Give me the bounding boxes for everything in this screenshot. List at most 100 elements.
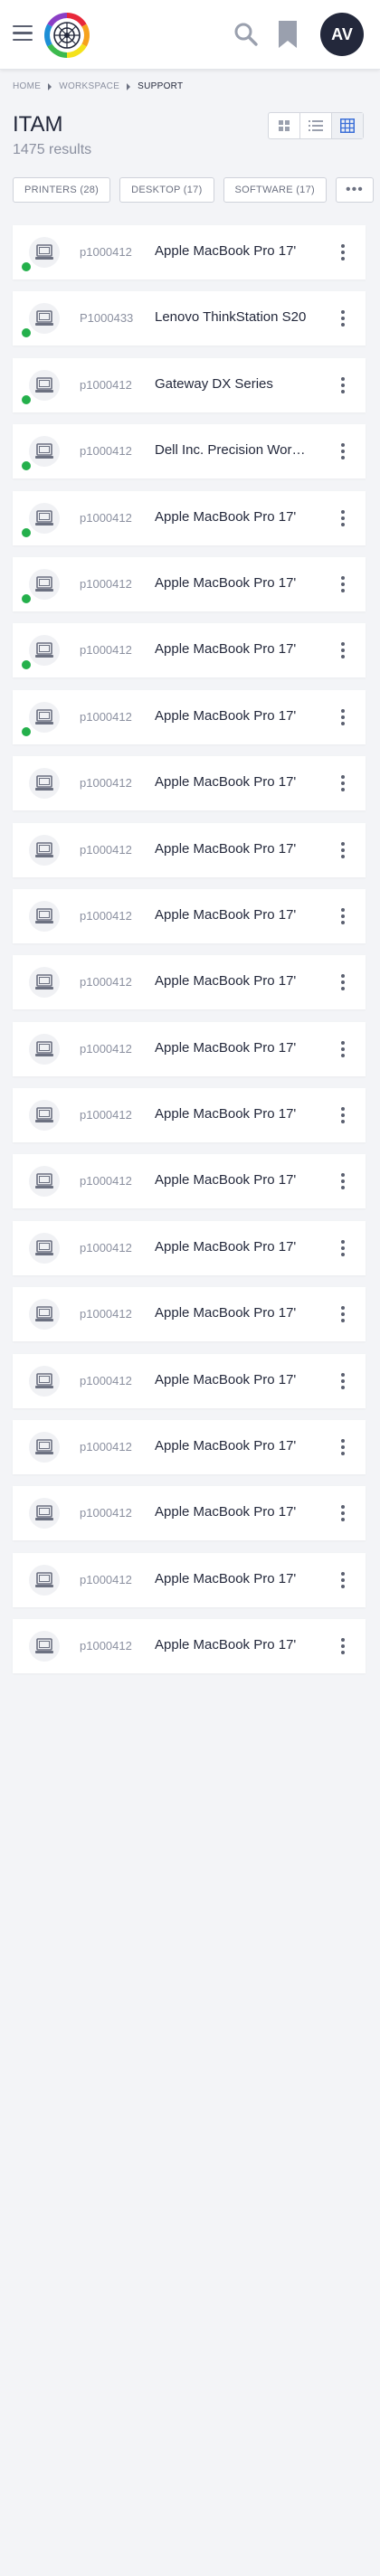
more-vertical-icon[interactable] xyxy=(337,1037,349,1062)
asset-row[interactable]: p1000412 Apple MacBook Pro 17' xyxy=(13,1619,366,1674)
more-vertical-icon[interactable] xyxy=(337,240,349,265)
device-icon-wrapper xyxy=(29,1498,60,1530)
laptop-icon xyxy=(35,841,53,857)
more-vertical-icon[interactable] xyxy=(337,1435,349,1460)
asset-row[interactable]: p1000412 Apple MacBook Pro 17' xyxy=(13,1486,366,1541)
app-header: AV xyxy=(0,0,380,70)
asset-row[interactable]: p1000412 Apple MacBook Pro 17' xyxy=(13,1154,366,1209)
multicolor-ring-logo[interactable] xyxy=(43,12,90,59)
laptop-icon xyxy=(35,708,53,724)
more-vertical-icon[interactable] xyxy=(337,904,349,929)
asset-row[interactable]: P1000433 Lenovo ThinkStation S20 xyxy=(13,291,366,346)
asset-row[interactable]: p1000412 Apple MacBook Pro 17' xyxy=(13,1420,366,1475)
more-vertical-icon[interactable] xyxy=(337,838,349,863)
more-vertical-icon[interactable] xyxy=(337,1634,349,1659)
more-vertical-icon[interactable] xyxy=(337,705,349,730)
asset-row[interactable]: p1000412 Apple MacBook Pro 17' xyxy=(13,225,366,279)
asset-id: p1000412 xyxy=(80,1373,132,1387)
asset-row[interactable]: p1000412 Apple MacBook Pro 17' xyxy=(13,1287,366,1342)
device-icon-wrapper xyxy=(29,1166,60,1198)
status-online-indicator xyxy=(22,394,31,404)
more-vertical-icon[interactable] xyxy=(337,1302,349,1327)
more-filters-button[interactable]: ••• xyxy=(335,177,374,203)
more-vertical-icon[interactable] xyxy=(337,970,349,995)
asset-row[interactable]: p1000412 Apple MacBook Pro 17' xyxy=(13,1353,366,1408)
search-icon[interactable] xyxy=(233,22,259,47)
asset-name: Apple MacBook Pro 17' xyxy=(155,707,297,724)
asset-id: p1000412 xyxy=(80,975,132,990)
asset-row[interactable]: p1000412 Gateway DX Series xyxy=(13,357,366,412)
filter-chip-printers[interactable]: PRINTERS (28) xyxy=(13,177,111,203)
more-vertical-icon[interactable] xyxy=(337,306,349,331)
view-table-button[interactable] xyxy=(332,113,363,138)
laptop-icon xyxy=(35,576,53,592)
device-icon-wrapper xyxy=(29,502,60,534)
more-vertical-icon[interactable] xyxy=(337,1501,349,1526)
more-vertical-icon[interactable] xyxy=(337,373,349,398)
asset-name: Apple MacBook Pro 17' xyxy=(155,1106,297,1122)
laptop-icon xyxy=(35,1240,53,1255)
asset-row[interactable]: p1000412 Apple MacBook Pro 17' xyxy=(13,1021,366,1076)
asset-row[interactable]: p1000412 Apple MacBook Pro 17' xyxy=(13,955,366,1010)
view-list-button[interactable] xyxy=(300,113,332,138)
more-vertical-icon[interactable] xyxy=(337,638,349,663)
asset-row[interactable]: p1000412 Apple MacBook Pro 17' xyxy=(13,556,366,611)
asset-row[interactable]: p1000412 Apple MacBook Pro 17' xyxy=(13,1552,366,1607)
laptop-icon xyxy=(35,244,53,260)
more-vertical-icon[interactable] xyxy=(337,1236,349,1261)
asset-row[interactable]: p1000412 Apple MacBook Pro 17' xyxy=(13,689,366,744)
asset-row[interactable]: p1000412 Apple MacBook Pro 17' xyxy=(13,490,366,545)
device-icon-wrapper xyxy=(29,1432,60,1463)
asset-name: Apple MacBook Pro 17' xyxy=(155,1637,297,1653)
laptop-icon xyxy=(35,1572,53,1587)
view-grid-small-button[interactable] xyxy=(269,113,300,138)
laptop-icon xyxy=(35,642,53,658)
asset-list: p1000412 Apple MacBook Pro 17' P1000433 Len… xyxy=(13,225,366,1686)
asset-id: p1000412 xyxy=(80,1639,132,1653)
more-vertical-icon[interactable] xyxy=(337,1169,349,1194)
asset-row[interactable]: p1000412 Apple MacBook Pro 17' xyxy=(13,822,366,877)
more-vertical-icon[interactable] xyxy=(337,1567,349,1593)
asset-row[interactable]: p1000412 Apple MacBook Pro 17' xyxy=(13,1220,366,1275)
more-vertical-icon[interactable] xyxy=(337,439,349,464)
device-icon-wrapper xyxy=(29,1033,60,1065)
more-vertical-icon[interactable] xyxy=(337,771,349,796)
asset-name: Apple MacBook Pro 17' xyxy=(155,1371,297,1387)
device-icon-wrapper xyxy=(29,967,60,999)
user-avatar[interactable]: AV xyxy=(320,13,364,56)
asset-id: p1000412 xyxy=(80,444,132,459)
asset-id: p1000412 xyxy=(80,908,132,923)
asset-name: Apple MacBook Pro 17' xyxy=(155,508,297,525)
hamburger-menu-icon[interactable] xyxy=(13,25,33,42)
asset-row[interactable]: p1000412 Apple MacBook Pro 17' xyxy=(13,623,366,678)
laptop-icon xyxy=(35,775,53,791)
asset-row[interactable]: p1000412 Apple MacBook Pro 17' xyxy=(13,1088,366,1143)
view-mode-switch xyxy=(268,112,364,139)
bookmark-icon[interactable] xyxy=(277,20,299,49)
device-icon-wrapper xyxy=(29,1299,60,1331)
asset-id: p1000412 xyxy=(80,1174,132,1189)
asset-row[interactable]: p1000412 Apple MacBook Pro 17' xyxy=(13,888,366,943)
breadcrumb-home[interactable]: Home xyxy=(13,81,41,91)
asset-id: p1000412 xyxy=(80,1307,132,1321)
laptop-icon xyxy=(35,974,53,990)
asset-id: p1000412 xyxy=(80,1108,132,1122)
more-vertical-icon[interactable] xyxy=(337,572,349,597)
filter-chip-software[interactable]: SOFTWARE (17) xyxy=(223,177,327,203)
asset-row[interactable]: p1000412 Dell Inc. Precision WorkStation xyxy=(13,424,366,479)
more-vertical-icon[interactable] xyxy=(337,506,349,531)
asset-name: Apple MacBook Pro 17' xyxy=(155,574,297,591)
asset-id: p1000412 xyxy=(80,643,132,658)
breadcrumb: Home Workspace Support xyxy=(13,81,183,91)
device-icon-wrapper xyxy=(29,635,60,667)
device-icon-wrapper xyxy=(29,1365,60,1397)
device-icon-wrapper xyxy=(29,1631,60,1662)
filter-chip-desktop[interactable]: DESKTOP (17) xyxy=(119,177,214,203)
asset-id: p1000412 xyxy=(80,1506,132,1520)
asset-name: Apple MacBook Pro 17' xyxy=(155,1570,297,1586)
asset-row[interactable]: p1000412 Apple MacBook Pro 17' xyxy=(13,756,366,811)
breadcrumb-workspace[interactable]: Workspace xyxy=(59,81,119,91)
more-vertical-icon[interactable] xyxy=(337,1103,349,1128)
view-list-icon xyxy=(309,120,323,131)
more-vertical-icon[interactable] xyxy=(337,1368,349,1394)
